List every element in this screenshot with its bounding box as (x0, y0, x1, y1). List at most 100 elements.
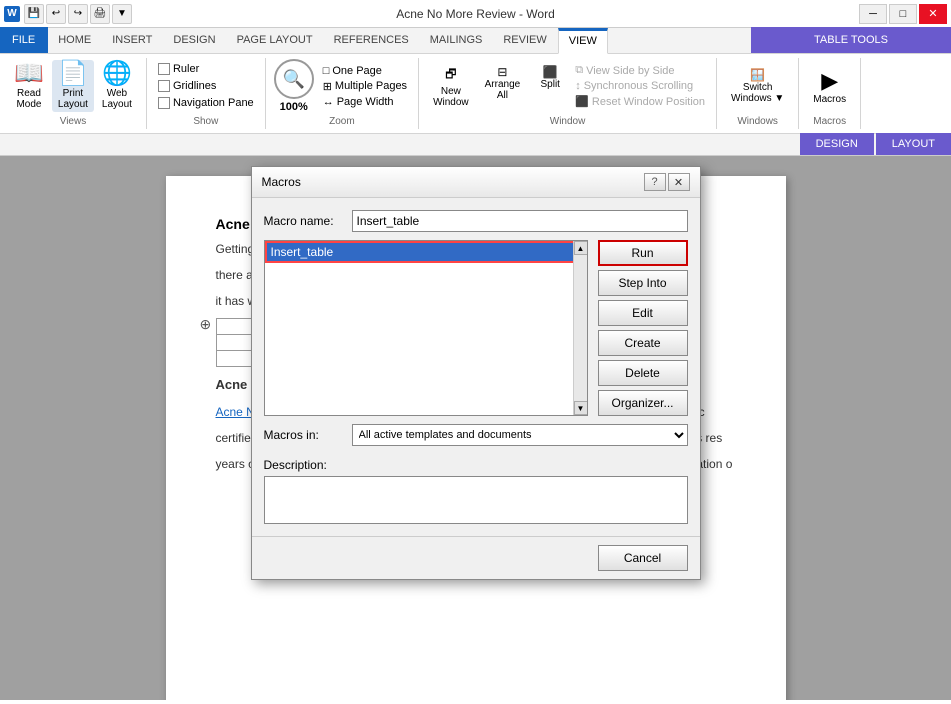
page-width-label: Page Width (337, 96, 394, 108)
read-mode-button[interactable]: 📖 Read Mode (8, 60, 50, 112)
table-tools-tabs: DESIGN LAYOUT (800, 133, 951, 155)
synchronous-scrolling-button[interactable]: ↕ Synchronous Scrolling (572, 79, 708, 93)
customize-tool[interactable]: ▼ (112, 4, 132, 24)
web-layout-label2: Layout (102, 99, 132, 110)
reset-window-position-button[interactable]: ⬛ Reset Window Position (572, 94, 708, 109)
view-side-by-side-icon: ⧉ (575, 64, 583, 77)
ruler-label: Ruler (173, 63, 199, 75)
macros-buttons: ▶ Macros (807, 58, 852, 114)
switch-windows-button[interactable]: 🪟 Switch Windows ▼ (725, 66, 790, 106)
web-layout-label: Web (107, 88, 127, 99)
create-button[interactable]: Create (598, 330, 688, 356)
tab-view[interactable]: VIEW (558, 28, 608, 54)
dialog-main-area: Insert_table ▲ ▼ Run Step Into Edit (264, 240, 688, 416)
nav-pane-label: Navigation Pane (173, 97, 254, 109)
maximize-button[interactable]: □ (889, 4, 917, 24)
reset-window-label: Reset Window Position (592, 96, 705, 108)
tab-references[interactable]: REFERENCES (324, 27, 420, 53)
one-page-label: One Page (332, 65, 382, 77)
nav-pane-checkbox[interactable]: Navigation Pane (155, 96, 257, 110)
scroll-up-arrow[interactable]: ▲ (574, 241, 588, 255)
web-layout-icon: 🌐 (102, 62, 132, 86)
dialog-help-button[interactable]: ? (644, 173, 666, 191)
view-side-by-side-button[interactable]: ⧉ View Side by Side (572, 63, 708, 78)
step-into-button[interactable]: Step Into (598, 270, 688, 296)
tab-mailings[interactable]: MAILINGS (420, 27, 494, 53)
macros-group-label: Macros (813, 116, 846, 129)
table-tools-label: TABLE TOOLS (814, 34, 888, 46)
minimize-button[interactable]: ─ (859, 4, 887, 24)
ruler-check-icon (158, 63, 170, 75)
tab-table-tools-header: TABLE TOOLS (751, 27, 951, 53)
reset-window-icon: ⬛ (575, 95, 589, 108)
tab-table-design[interactable]: DESIGN (800, 133, 874, 155)
description-area[interactable] (264, 476, 688, 524)
window-main-buttons: 🗗 New Window ⊟ Arrange All ⬛ Split (427, 63, 570, 110)
print-layout-icon: 📄 (58, 62, 88, 86)
tab-page-layout[interactable]: PAGE LAYOUT (227, 27, 324, 53)
scroll-down-arrow[interactable]: ▼ (574, 401, 588, 415)
tab-design[interactable]: DESIGN (163, 27, 226, 53)
split-icon: ⬛ (543, 65, 558, 79)
new-window-icon: 🗗 (445, 65, 456, 86)
zoom-main: 🔍 100% (274, 59, 314, 113)
new-window-button[interactable]: 🗗 New Window (427, 63, 475, 110)
title-bar: W 💾 ↩ ↪ 🖨 ▼ Acne No More Review - Word ─… (0, 0, 951, 28)
macro-name-input[interactable] (352, 210, 688, 232)
dialog-title-text: Macros (262, 175, 301, 189)
save-tool[interactable]: 💾 (24, 4, 44, 24)
dialog-close-button[interactable]: ✕ (668, 173, 690, 191)
gridlines-checkbox[interactable]: Gridlines (155, 79, 219, 93)
split-button[interactable]: ⬛ Split (530, 63, 570, 110)
multiple-pages-label: Multiple Pages (335, 80, 407, 92)
tab-file[interactable]: FILE (0, 27, 48, 53)
macros-in-select[interactable]: All active templates and documents (353, 425, 687, 445)
zoom-percent: 100% (280, 101, 308, 113)
tab-review[interactable]: REVIEW (493, 27, 557, 53)
macro-list-item-selected[interactable]: Insert_table (265, 241, 587, 263)
undo-tool[interactable]: ↩ (46, 4, 66, 24)
macros-button[interactable]: ▶ Macros (807, 66, 852, 107)
macros-in-label: Macros in: (264, 428, 344, 442)
edit-button[interactable]: Edit (598, 300, 688, 326)
sync-scroll-icon: ↕ (575, 80, 581, 92)
close-button[interactable]: ✕ (919, 4, 947, 24)
switch-buttons: 🪟 Switch Windows ▼ (725, 58, 790, 114)
ribbon-group-zoom: 🔍 100% □ One Page ⊞ Multiple Pages ↔ Pag… (266, 58, 419, 129)
tab-table-layout[interactable]: LAYOUT (876, 133, 951, 155)
dialog-body: Macro name: Insert_table ▲ ▼ (252, 198, 700, 536)
tab-insert[interactable]: INSERT (102, 27, 163, 53)
split-label: Split (540, 79, 559, 90)
organizer-button[interactable]: Organizer... (598, 390, 688, 416)
dialog-title-buttons: ? ✕ (644, 173, 690, 191)
window-sub-options: ⧉ View Side by Side ↕ Synchronous Scroll… (572, 61, 708, 111)
page-width-button[interactable]: ↔ Page Width (320, 95, 410, 109)
arrange-all-icon: ⊟ (497, 65, 507, 79)
print-layout-label: Print (63, 88, 84, 99)
switch-windows-label2: Windows ▼ (731, 93, 784, 104)
print-layout-button[interactable]: 📄 Print Layout (52, 60, 94, 112)
ribbon-group-show: Ruler Gridlines Navigation Pane Show (147, 58, 266, 129)
print-preview-tool[interactable]: 🖨 (90, 4, 110, 24)
description-section: Description: (264, 454, 688, 524)
show-group-label: Show (193, 116, 218, 129)
web-layout-button[interactable]: 🌐 Web Layout (96, 60, 138, 112)
gridlines-check-icon (158, 80, 170, 92)
cancel-button[interactable]: Cancel (598, 545, 688, 571)
delete-button[interactable]: Delete (598, 360, 688, 386)
ribbon-group-macros: ▶ Macros Macros (799, 58, 861, 129)
zoom-button[interactable]: 🔍 (274, 59, 314, 99)
tab-home[interactable]: HOME (48, 27, 102, 53)
run-button[interactable]: Run (598, 240, 688, 266)
macro-name-label: Macro name: (264, 214, 344, 228)
ruler-checkbox[interactable]: Ruler (155, 62, 202, 76)
redo-tool[interactable]: ↪ (68, 4, 88, 24)
list-scrollbar: ▲ ▼ (573, 241, 587, 415)
ribbon-content: 📖 Read Mode 📄 Print Layout 🌐 Web Layout … (0, 54, 951, 134)
multiple-pages-button[interactable]: ⊞ Multiple Pages (320, 79, 410, 94)
arrange-all-button[interactable]: ⊟ Arrange All (479, 63, 527, 110)
read-mode-label2: Mode (16, 99, 41, 110)
one-page-button[interactable]: □ One Page (320, 64, 410, 78)
switch-group-label: Windows (737, 116, 778, 129)
dialog-overlay: Macros ? ✕ Macro name: Insert_table (0, 156, 951, 700)
